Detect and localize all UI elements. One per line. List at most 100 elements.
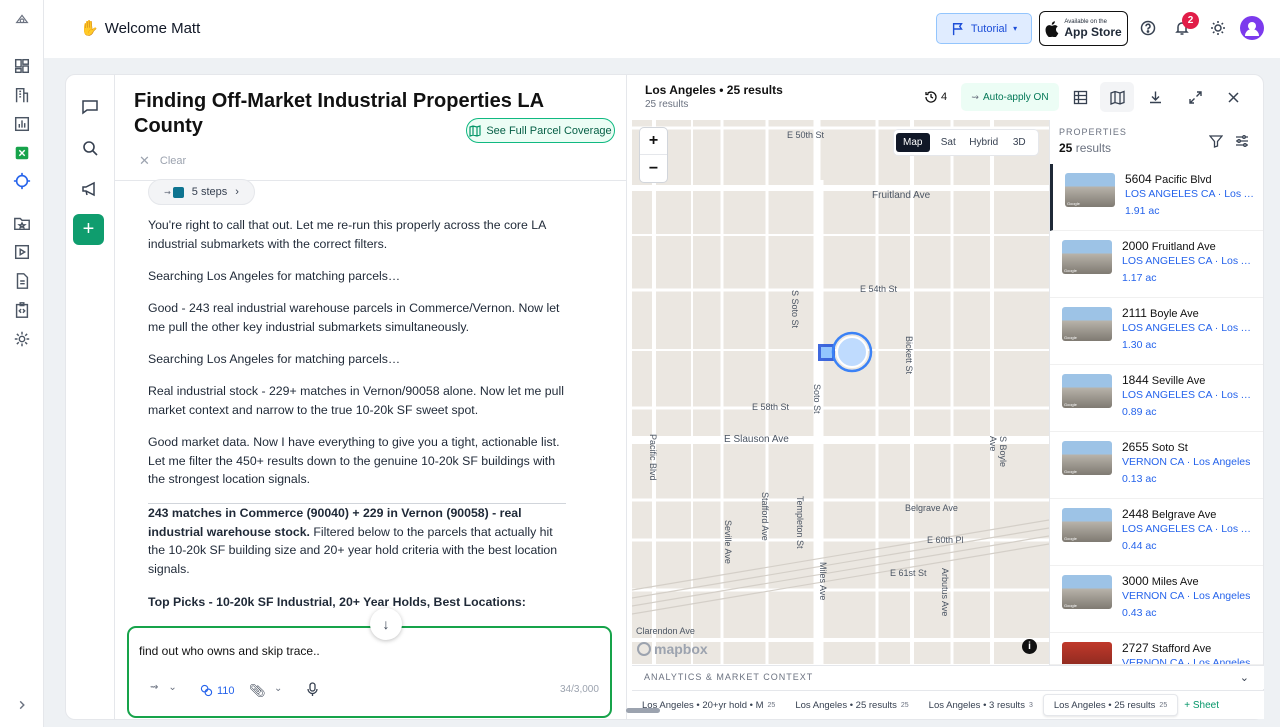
search-icon[interactable]	[80, 138, 100, 158]
microphone-icon[interactable]	[306, 682, 319, 700]
chevron-down-icon[interactable]: ⌄	[168, 682, 176, 693]
analytics-section-header[interactable]: ANALYTICS & MARKET CONTEXT ⌄	[632, 665, 1264, 689]
property-item[interactable]: 1844 Seville Ave LOS ANGELES CA · Los An…	[1050, 365, 1263, 432]
mapbox-logo-icon	[637, 642, 651, 656]
megaphone-icon[interactable]	[80, 179, 100, 199]
app-rail	[0, 0, 44, 727]
message-composer[interactable]	[127, 626, 612, 718]
welcome-text: Welcome Matt	[104, 19, 201, 37]
sheet-tab[interactable]: Los Angeles • 25 results 25	[785, 694, 918, 716]
expand-chevron-icon[interactable]	[11, 694, 33, 716]
folder-star-icon[interactable]	[11, 212, 33, 234]
property-thumbnail	[1062, 374, 1112, 408]
chevron-down-icon: ▾	[1013, 24, 1018, 33]
add-sheet-button[interactable]: + Sheet	[1178, 700, 1219, 711]
street-label: Fruitland Ave	[872, 190, 931, 201]
see-parcel-coverage-button[interactable]: See Full Parcel Coverage	[466, 118, 615, 143]
sheet-tab[interactable]: Los Angeles • 3 results 3	[919, 694, 1043, 716]
sheet-tab-active[interactable]: Los Angeles • 25 results 25	[1042, 694, 1179, 716]
property-item[interactable]: 2000 Fruitland Ave LOS ANGELES CA · Los …	[1050, 231, 1263, 298]
mapbox-attribution: mapbox	[637, 641, 708, 657]
property-item[interactable]: 2448 Belgrave Ave LOS ANGELES CA · Los A…	[1050, 499, 1263, 566]
expand-icon[interactable]	[1186, 88, 1204, 106]
attach-chevron-icon[interactable]: ⌄	[274, 683, 282, 694]
street-label: E 61st St	[890, 568, 927, 578]
chat-message: Real industrial stock - 229+ matches in …	[148, 384, 564, 417]
property-item[interactable]: 3000 Miles Ave VERNON CA · Los Angeles 0…	[1050, 566, 1263, 633]
chat-message: Searching Los Angeles for matching parce…	[148, 352, 401, 366]
sheet-tabs: Los Angeles • 20+yr hold • M 25 Los Angel…	[632, 690, 1264, 719]
street-label: E 60th Pl	[927, 535, 964, 545]
target-icon[interactable]	[11, 170, 33, 192]
help-icon[interactable]	[1139, 19, 1157, 37]
property-item[interactable]: 2727 Stafford Ave VERNON CA · Los Angele…	[1050, 633, 1263, 665]
history-button[interactable]: 4	[924, 90, 947, 104]
table-view-icon[interactable]	[1071, 88, 1089, 106]
clear-button[interactable]: ✕ Clear	[139, 153, 186, 169]
zoom-controls: + −	[640, 128, 667, 182]
notification-badge: 2	[1182, 12, 1199, 29]
waving-hand-icon: ✋	[80, 20, 99, 37]
plus-icon: +	[82, 218, 95, 240]
info-icon[interactable]: i	[1022, 639, 1037, 654]
tool-icon: ⇝	[971, 91, 979, 102]
horizontal-scrollbar[interactable]	[626, 708, 660, 713]
composer-input-text[interactable]: find out who owns and skip trace..	[139, 644, 320, 658]
chat-message: Good - 243 real industrial warehouse par…	[148, 301, 560, 334]
chevron-right-icon: ›	[235, 186, 239, 198]
property-item[interactable]: 2655 Soto St VERNON CA · Los Angeles 0.1…	[1050, 432, 1263, 499]
property-thumbnail	[1062, 642, 1112, 664]
property-item[interactable]: 5604 Pacific Blvd LOS ANGELES CA · Los A…	[1050, 164, 1263, 231]
property-item[interactable]: 2111 Boyle Ave LOS ANGELES CA · Los Ange…	[1050, 298, 1263, 365]
properties-count: 25 results	[1059, 141, 1112, 155]
close-icon: ✕	[139, 153, 150, 168]
appstore-big-text: App Store	[1064, 25, 1122, 39]
paperclip-icon[interactable]: 📎︎	[249, 683, 266, 699]
street-label: Clarendon Ave	[636, 626, 695, 636]
clipboard-code-icon[interactable]	[11, 299, 33, 321]
app-store-badge[interactable]: Available on the App Store	[1039, 11, 1128, 46]
chat-message: Good market data. Now I have everything …	[148, 435, 560, 486]
excel-icon[interactable]	[11, 142, 33, 164]
map-type-sat[interactable]: Sat	[932, 133, 966, 152]
map-view-icon[interactable]	[1108, 88, 1126, 106]
map-type-map[interactable]: Map	[896, 133, 930, 152]
tool-selector-icon[interactable]: ⇝	[150, 682, 158, 693]
chat-icon[interactable]	[80, 97, 100, 117]
map-canvas[interactable]: E 50th St Fruitland Ave S Soto St E 54th…	[632, 120, 1049, 664]
history-icon	[925, 91, 937, 103]
logo-icon[interactable]	[11, 8, 33, 30]
auto-apply-toggle[interactable]: ⇝ Auto-apply ON	[961, 83, 1059, 111]
map-panel-subtitle: 25 results	[645, 99, 689, 110]
property-thumbnail	[1062, 575, 1112, 609]
tutorial-button[interactable]: Tutorial ▾	[936, 13, 1032, 44]
map-type-hybrid[interactable]: Hybrid	[967, 133, 1001, 152]
new-chat-button[interactable]: +	[73, 214, 104, 245]
sliders-icon[interactable]	[1235, 134, 1249, 151]
download-icon[interactable]	[1146, 88, 1164, 106]
steps-pill[interactable]: ⇝ 5 steps ›	[148, 179, 255, 205]
chat-message: Searching Los Angeles for matching parce…	[148, 269, 401, 283]
settings-gear-icon[interactable]	[11, 328, 33, 350]
property-thumbnail	[1062, 508, 1112, 542]
arrow-down-icon: ↓	[382, 616, 390, 632]
user-avatar[interactable]	[1240, 16, 1264, 40]
filter-icon[interactable]	[1208, 134, 1224, 151]
flag-icon	[952, 22, 963, 35]
building-icon[interactable]	[11, 84, 33, 106]
scroll-down-button[interactable]: ↓	[370, 608, 402, 640]
zoom-out-button[interactable]: −	[640, 155, 667, 182]
close-panel-icon[interactable]	[1224, 88, 1242, 106]
dashboard-icon[interactable]	[11, 55, 33, 77]
document-icon[interactable]	[11, 270, 33, 292]
theme-sun-icon[interactable]	[1209, 19, 1227, 37]
street-label: Belgrave Ave	[905, 503, 958, 513]
street-label: Seville Ave	[723, 520, 733, 564]
map-type-3d[interactable]: 3D	[1003, 133, 1037, 152]
coins-icon	[200, 684, 213, 697]
street-label: E 54th St	[860, 284, 898, 294]
credits-counter[interactable]: 110	[200, 684, 235, 697]
zoom-in-button[interactable]: +	[640, 128, 667, 155]
chart-icon[interactable]	[11, 113, 33, 135]
play-icon[interactable]	[11, 241, 33, 263]
